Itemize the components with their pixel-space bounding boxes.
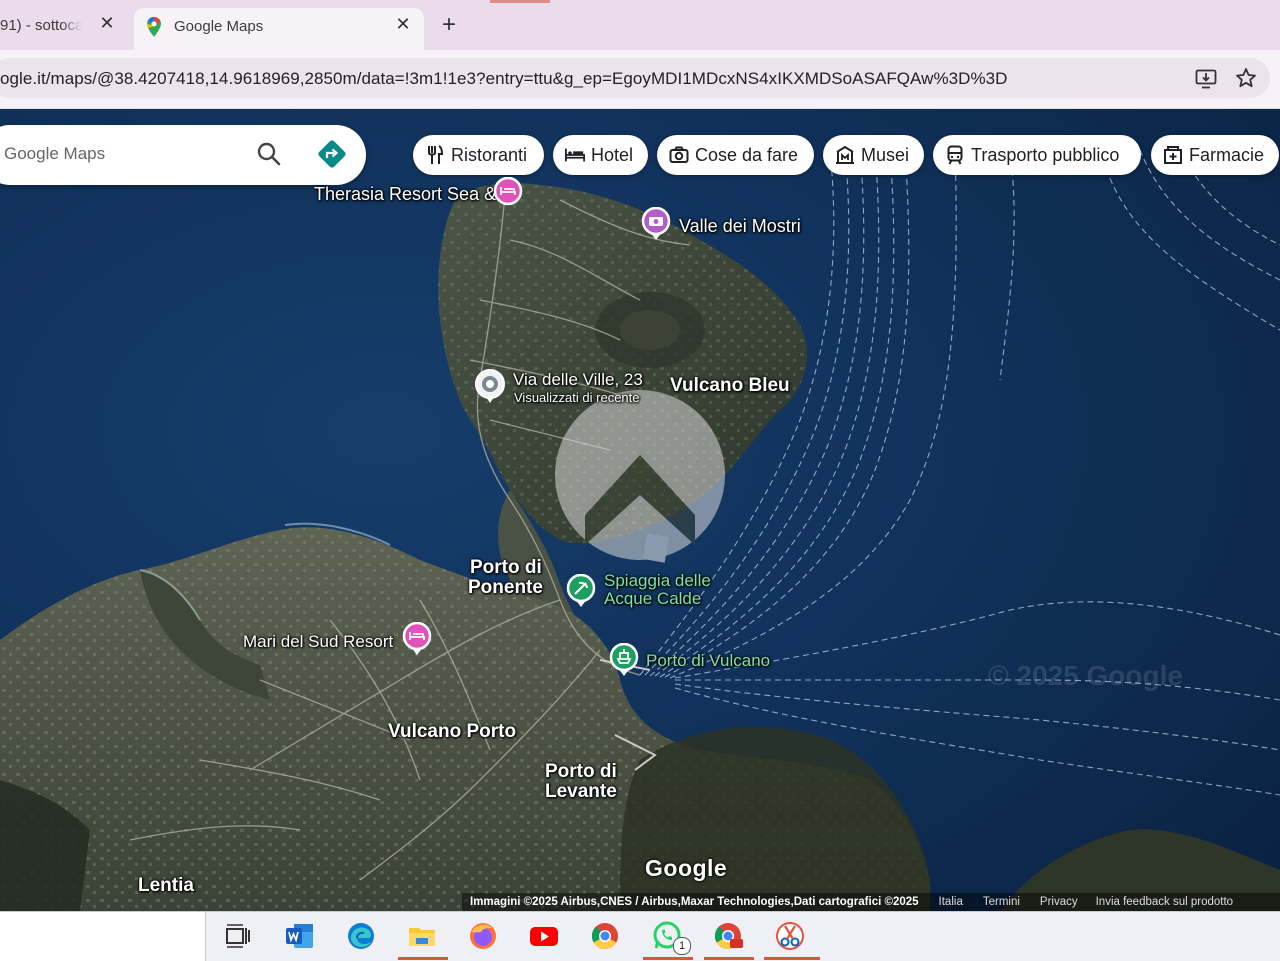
chip-label: Trasporto pubblico — [971, 144, 1120, 165]
chip-label: Farmacie — [1189, 144, 1265, 165]
place-spiaggia-acque-calde-line1[interactable]: Spiaggia delle — [604, 571, 711, 591]
place-via-delle-ville-subtitle: Visualizzati di recente — [514, 390, 640, 405]
camera-icon — [669, 145, 689, 165]
chip-ristoranti[interactable]: Ristoranti — [413, 135, 544, 175]
close-icon[interactable]: ✕ — [97, 13, 117, 33]
place-via-delle-ville[interactable]: Via delle Ville, 23 — [513, 370, 643, 390]
tab-title: Google Maps — [174, 18, 264, 35]
chip-farmacie[interactable]: Farmacie — [1151, 135, 1279, 175]
snipping-tool-icon[interactable] — [774, 920, 806, 952]
browser-toolbar: ogle.it/maps/@38.4207418,14.9618969,2850… — [0, 50, 1280, 109]
task-view-icon[interactable] — [222, 920, 254, 952]
link-feedback[interactable]: Invia feedback sul prodotto — [1096, 896, 1233, 908]
attraction-pin-icon[interactable] — [641, 207, 671, 241]
map-attribution: Immagini ©2025 Airbus,CNES / Airbus,Maxa… — [462, 893, 1280, 911]
place-therasia-resort[interactable]: Therasia Resort Sea & — [314, 184, 496, 205]
tab-strip: 91) - sottocartella ✕ Google Maps ✕ + — [0, 0, 1280, 50]
place-porto-di-vulcano[interactable]: Porto di Vulcano — [646, 651, 770, 671]
place-valle-dei-mostri[interactable]: Valle dei Mostri — [679, 216, 801, 237]
taskbar-search-area[interactable] — [0, 912, 206, 961]
whatsapp-badge: 1 — [673, 937, 691, 955]
google-maps-icon — [147, 17, 161, 37]
place-vulcano-porto[interactable]: Vulcano Porto — [388, 721, 516, 743]
hotel-icon — [565, 145, 585, 165]
chip-hotel[interactable]: Hotel — [553, 135, 648, 175]
directions-icon[interactable] — [317, 139, 347, 169]
chip-label: Musei — [861, 144, 910, 165]
file-explorer-icon[interactable] — [406, 920, 438, 952]
place-porto-di-ponente-line1[interactable]: Porto di — [470, 557, 542, 579]
watermark: © 2025 Google — [988, 660, 1183, 691]
recent-location-pin-icon[interactable] — [474, 368, 506, 404]
satellite-map[interactable]: © 2025 Google — [0, 109, 1280, 911]
chip-musei[interactable]: Musei — [823, 135, 924, 175]
link-termini[interactable]: Termini — [983, 896, 1020, 908]
restaurant-icon — [425, 145, 445, 165]
hotel-pin-icon[interactable] — [493, 177, 523, 209]
address-bar[interactable]: ogle.it/maps/@38.4207418,14.9618969,2850… — [0, 58, 1270, 98]
map-imagery — [0, 109, 1280, 911]
transit-icon — [945, 145, 965, 165]
attribution-text: Immagini ©2025 Airbus,CNES / Airbus,Maxa… — [470, 896, 919, 908]
word-icon[interactable] — [284, 920, 316, 952]
place-spiaggia-acque-calde-line2[interactable]: Acque Calde — [604, 589, 701, 609]
url-domain: ogle.it — [0, 69, 46, 88]
place-porto-di-levante-line1[interactable]: Porto di — [545, 761, 617, 783]
edge-icon[interactable] — [345, 920, 377, 952]
beach-pin-icon[interactable] — [566, 574, 596, 608]
chrome-profile-icon[interactable] — [712, 920, 744, 952]
chrome-icon[interactable] — [589, 920, 621, 952]
url-path: /maps/@38.4207418,14.9618969,2850m/data=… — [45, 69, 1008, 88]
url-text[interactable]: ogle.it/maps/@38.4207418,14.9618969,2850… — [0, 69, 1007, 89]
bookmark-star-icon[interactable] — [1235, 67, 1257, 89]
firefox-icon[interactable] — [467, 920, 499, 952]
youtube-icon[interactable] — [528, 920, 560, 952]
search-icon[interactable] — [256, 141, 282, 167]
tab-title: 91) - sottocartella — [0, 17, 82, 34]
place-porto-di-levante-line2[interactable]: Levante — [545, 781, 617, 803]
tab-google-maps[interactable]: Google Maps ✕ — [134, 8, 424, 50]
chip-label: Cose da fare — [695, 144, 799, 165]
link-italia[interactable]: Italia — [939, 896, 963, 908]
close-icon[interactable]: ✕ — [393, 14, 413, 34]
tab-strip-accent — [490, 0, 550, 3]
link-privacy[interactable]: Privacy — [1040, 896, 1078, 908]
place-mari-del-sud-resort[interactable]: Mari del Sud Resort — [243, 632, 393, 652]
install-app-icon[interactable] — [1195, 69, 1217, 89]
place-vulcano-bleu[interactable]: Vulcano Bleu — [670, 375, 790, 397]
place-lentia[interactable]: Lentia — [138, 875, 194, 897]
taskbar: 1 — [0, 911, 1280, 961]
place-porto-di-ponente-line2[interactable]: Ponente — [468, 577, 543, 599]
new-tab-button[interactable]: + — [437, 13, 461, 38]
google-logo: Google — [645, 855, 728, 881]
ferry-pin-icon[interactable] — [609, 643, 639, 677]
search-input[interactable] — [2, 143, 226, 165]
chip-cose-da-fare[interactable]: Cose da fare — [657, 135, 814, 175]
chip-trasporto-pubblico[interactable]: Trasporto pubblico — [933, 135, 1141, 175]
tab-sottocartella[interactable]: 91) - sottocartella ✕ — [0, 0, 125, 50]
chip-label: Ristoranti — [451, 144, 528, 165]
chip-label: Hotel — [591, 144, 634, 165]
search-box — [0, 125, 366, 185]
museum-icon — [835, 145, 855, 165]
hotel-pin-icon[interactable] — [402, 622, 432, 656]
pharmacy-icon — [1163, 145, 1183, 165]
